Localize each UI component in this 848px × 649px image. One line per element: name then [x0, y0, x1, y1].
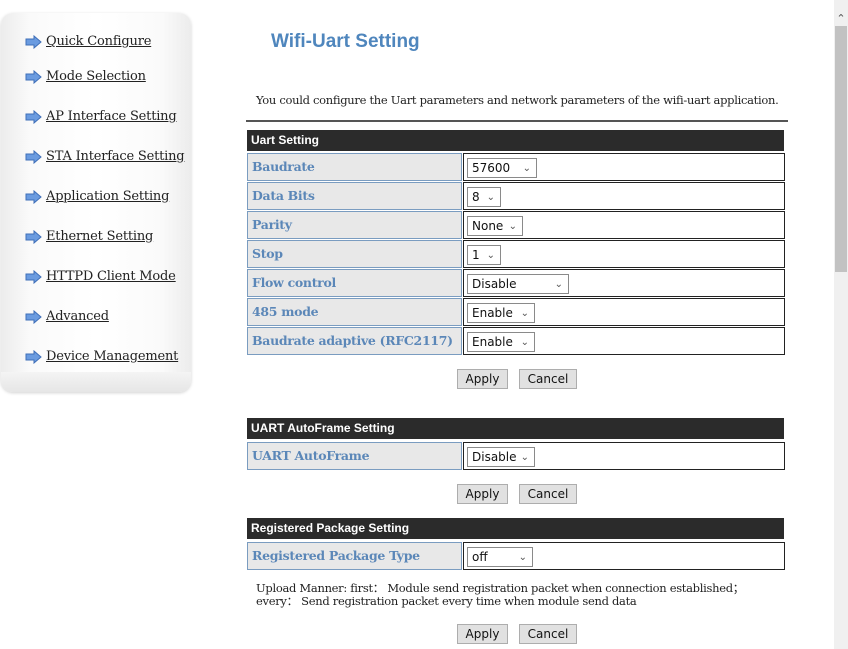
sidebar-item-label: HTTPD Client Mode [46, 269, 176, 284]
stop-value-cell: 1 ⌄ [463, 240, 785, 268]
arrow-right-icon [25, 109, 42, 124]
data-bits-label: Data Bits [247, 182, 462, 210]
sidebar-footer [1, 372, 191, 392]
chevron-down-icon: ⌄ [520, 337, 529, 348]
sidebar-item-httpd-client-mode[interactable]: HTTPD Client Mode [25, 269, 176, 284]
section-header-uart-setting: Uart Setting [247, 130, 784, 151]
autoframe-cancel-button[interactable]: Cancel [519, 484, 577, 504]
stop-select[interactable]: 1 ⌄ [467, 245, 501, 265]
select-value: 1 [472, 248, 480, 262]
section-header-registered-package-setting: Registered Package Setting [247, 518, 784, 539]
baudrate-select[interactable]: 57600 ⌄ [467, 158, 537, 178]
sidebar-item-label: Advanced [46, 309, 109, 324]
sidebar-item-label: Ethernet Setting [46, 229, 154, 244]
sidebar-item-quick-configure[interactable]: Quick Configure [25, 34, 151, 49]
select-value: Enable [472, 306, 513, 320]
select-value: off [472, 550, 488, 564]
uart-cancel-button[interactable]: Cancel [519, 369, 577, 389]
arrow-right-icon [25, 149, 42, 164]
485-mode-row: 485 mode Enable ⌄ [247, 298, 785, 326]
flow-control-row: Flow control Disable ⌄ [247, 269, 785, 297]
baudrate-value-cell: 57600 ⌄ [463, 153, 785, 181]
parity-value-cell: None ⌄ [463, 211, 785, 239]
sidebar-item-advanced[interactable]: Advanced [25, 309, 109, 324]
arrow-right-icon [25, 269, 42, 284]
select-value: Disable [472, 450, 517, 464]
sidebar-nav: Quick Configure Mode Selection AP Interf… [1, 13, 191, 392]
485-mode-select[interactable]: Enable ⌄ [467, 303, 535, 323]
sidebar-item-label: STA Interface Setting [46, 149, 185, 164]
divider [246, 120, 788, 122]
page-title: Wifi-Uart Setting [271, 31, 420, 52]
select-value: Enable [472, 335, 513, 349]
select-value: 57600 [472, 161, 511, 175]
sidebar-item-label: Application Setting [46, 189, 170, 204]
sidebar-item-application-setting[interactable]: Application Setting [25, 189, 169, 204]
select-value: None [472, 219, 504, 233]
registered-package-cancel-button[interactable]: Cancel [519, 624, 577, 644]
parity-label: Parity [247, 211, 462, 239]
chevron-down-icon: ⌄ [520, 308, 529, 319]
arrow-right-icon [25, 349, 42, 364]
sidebar-item-label: Mode Selection [46, 69, 146, 84]
baudrate-adaptive-select[interactable]: Enable ⌄ [467, 332, 535, 352]
uart-apply-button[interactable]: Apply [457, 369, 508, 389]
uart-autoframe-label: UART AutoFrame [247, 442, 462, 470]
select-value: 8 [472, 190, 480, 204]
chevron-down-icon: ⌄ [486, 192, 495, 203]
parity-row: Parity None ⌄ [247, 211, 785, 239]
stop-row: Stop 1 ⌄ [247, 240, 785, 268]
485-mode-label: 485 mode [247, 298, 462, 326]
scrollbar-thumb[interactable] [835, 26, 847, 272]
data-bits-row: Data Bits 8 ⌄ [247, 182, 785, 210]
chevron-down-icon: ⌄ [520, 452, 529, 463]
page-description: You could configure the Uart parameters … [256, 93, 779, 107]
sidebar-item-sta-interface-setting[interactable]: STA Interface Setting [25, 149, 185, 164]
scroll-up-arrow-icon[interactable]: ⌃ [834, 12, 848, 26]
autoframe-apply-button[interactable]: Apply [457, 484, 508, 504]
sidebar-item-label: Device Management [46, 349, 179, 364]
arrow-right-icon [25, 69, 42, 84]
stop-label: Stop [247, 240, 462, 268]
sidebar-item-ethernet-setting[interactable]: Ethernet Setting [25, 229, 153, 244]
registered-package-type-value-cell: off ⌄ [463, 542, 785, 570]
sidebar-item-mode-selection[interactable]: Mode Selection [25, 69, 146, 84]
chevron-down-icon: ⌄ [554, 279, 563, 290]
chevron-down-icon: ⌄ [508, 221, 517, 232]
section-header-autoframe-setting: UART AutoFrame Setting [247, 418, 784, 439]
flow-control-select[interactable]: Disable ⌄ [467, 274, 569, 294]
baudrate-row: Baudrate 57600 ⌄ [247, 153, 785, 181]
parity-select[interactable]: None ⌄ [467, 216, 523, 236]
arrow-right-icon [25, 309, 42, 324]
chevron-down-icon: ⌄ [518, 552, 527, 563]
vertical-scrollbar[interactable]: ⌃ [834, 0, 848, 649]
sidebar-item-device-management[interactable]: Device Management [25, 349, 178, 364]
arrow-right-icon [25, 189, 42, 204]
baudrate-adaptive-label: Baudrate adaptive (RFC2117) [247, 327, 462, 355]
baudrate-label: Baudrate [247, 153, 462, 181]
flow-control-label: Flow control [247, 269, 462, 297]
arrow-right-icon [25, 229, 42, 244]
sidebar-item-label: AP Interface Setting [46, 109, 177, 124]
chevron-down-icon: ⌄ [522, 163, 531, 174]
upload-manner-note: Upload Manner: first： Module send regist… [256, 581, 744, 608]
baudrate-adaptive-row: Baudrate adaptive (RFC2117) Enable ⌄ [247, 327, 785, 355]
arrow-right-icon [25, 34, 42, 49]
baudrate-adaptive-value-cell: Enable ⌄ [463, 327, 785, 355]
uart-autoframe-value-cell: Disable ⌄ [463, 442, 785, 470]
data-bits-value-cell: 8 ⌄ [463, 182, 785, 210]
registered-package-type-select[interactable]: off ⌄ [467, 547, 533, 567]
registered-package-type-label: Registered Package Type [247, 542, 462, 570]
registered-package-apply-button[interactable]: Apply [457, 624, 508, 644]
select-value: Disable [472, 277, 517, 291]
485-mode-value-cell: Enable ⌄ [463, 298, 785, 326]
uart-autoframe-row: UART AutoFrame Disable ⌄ [247, 442, 785, 470]
registered-package-type-row: Registered Package Type off ⌄ [247, 542, 785, 570]
chevron-down-icon: ⌄ [486, 250, 495, 261]
sidebar-item-ap-interface-setting[interactable]: AP Interface Setting [25, 109, 177, 124]
sidebar-item-label: Quick Configure [46, 34, 152, 49]
uart-autoframe-select[interactable]: Disable ⌄ [467, 447, 535, 467]
data-bits-select[interactable]: 8 ⌄ [467, 187, 501, 207]
flow-control-value-cell: Disable ⌄ [463, 269, 785, 297]
